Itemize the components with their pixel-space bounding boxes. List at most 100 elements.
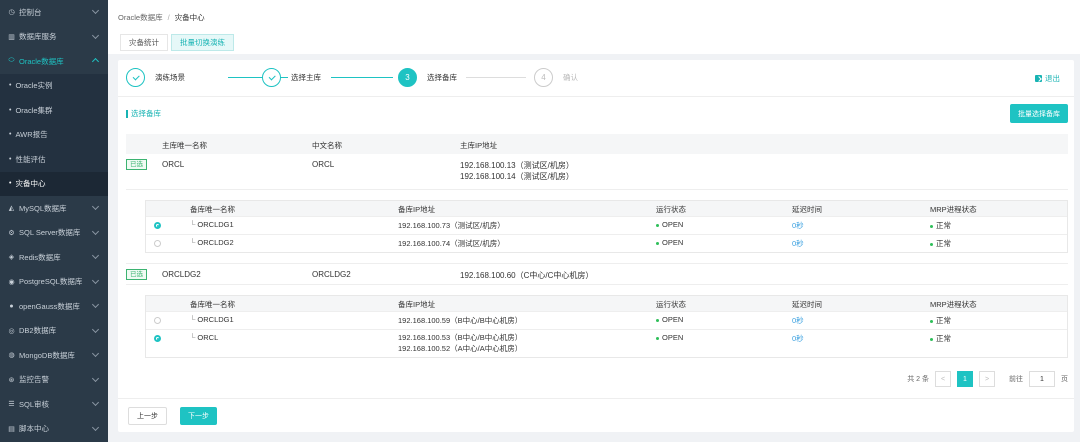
standby-radio[interactable] xyxy=(154,240,161,247)
chevron-down-icon xyxy=(91,325,100,333)
step-done-circle xyxy=(262,68,281,87)
table-row[interactable]: 已选 ORCL ORCL 192.168.100.13（测试区/机房） 192.… xyxy=(126,154,1068,190)
nav-label: Redis数据库 xyxy=(19,252,61,262)
status-text: OPEN xyxy=(662,333,684,342)
goto-page-input[interactable]: 1 xyxy=(1029,371,1055,387)
nav-redis[interactable]: ◈ Redis数据库 xyxy=(0,245,108,270)
mrp-text: 正常 xyxy=(936,316,951,325)
status-cell: OPEN xyxy=(656,333,683,342)
sub-label: Oracle实例 xyxy=(15,81,53,91)
pagination: 共 2 条 < 1 > 前往 1 页 xyxy=(907,371,1068,387)
breadcrumb-root[interactable]: Oracle数据库 xyxy=(118,13,163,22)
page-unit: 页 xyxy=(1061,376,1068,383)
delay-time: 0秒 xyxy=(792,334,804,343)
standby-name-cell: └ ORCLDG1 xyxy=(190,220,234,229)
sub-label: 灾备中心 xyxy=(15,179,46,189)
nav-mysql[interactable]: ◭ MySQL数据库 xyxy=(0,196,108,221)
next-page-button[interactable]: > xyxy=(979,371,995,387)
col-delay: 延迟时间 xyxy=(792,205,822,214)
standby-name: ORCLDG1 xyxy=(197,315,234,324)
prev-step-button[interactable]: 上一步 xyxy=(128,407,167,425)
nav-sqlserver[interactable]: ⚙ SQL Server数据库 xyxy=(0,221,108,246)
primary-table-header: 主库唯一名称 中文名称 主库IP地址 xyxy=(126,134,1068,154)
nav-label: openGauss数据库 xyxy=(19,301,80,311)
nav-script[interactable]: ▤ 脚本中心 xyxy=(0,417,108,442)
nav-label: DB2数据库 xyxy=(19,326,57,336)
table-row[interactable]: └ ORCLDG1 192.168.100.59（B中心/B中心机房） OPEN… xyxy=(146,311,1067,329)
sub-oracle-cluster[interactable]: Oracle集群 xyxy=(0,98,108,123)
col-standby-name: 备库唯一名称 xyxy=(190,300,235,309)
nav-database-service[interactable]: ▥ 数据库服务 xyxy=(0,25,108,50)
standby-name-cell: └ ORCL xyxy=(190,333,218,342)
status-cell: OPEN xyxy=(656,315,683,324)
section-title: 选择备库 xyxy=(126,110,161,118)
topbar: Oracle数据库 / 灾备中心 灾备统计 批量切换演练 xyxy=(108,0,1080,54)
total-count: 共 2 条 xyxy=(907,376,929,383)
status-dot-icon xyxy=(930,319,933,323)
tab-dr-stats[interactable]: 灾备统计 xyxy=(120,34,168,51)
postgresql-icon: ◉ xyxy=(8,278,15,286)
sub-oracle-instance[interactable]: Oracle实例 xyxy=(0,73,108,98)
nav-mongodb[interactable]: ◍ MongoDB数据库 xyxy=(0,343,108,368)
sub-label: Oracle集群 xyxy=(15,105,53,115)
database-service-icon: ▥ xyxy=(8,33,15,41)
table-row[interactable]: └ ORCL 192.168.100.53（B中心/B中心机房） 192.168… xyxy=(146,329,1067,357)
chevron-down-icon xyxy=(91,202,100,211)
step-select-standby: 3 选择备库 xyxy=(398,68,457,87)
status-dot-icon xyxy=(656,318,659,322)
chevron-down-icon xyxy=(91,300,100,309)
step-confirm: 4 确认 xyxy=(534,68,578,87)
divider xyxy=(118,398,1074,399)
mrp-text: 正常 xyxy=(936,221,951,230)
page-button[interactable]: 1 xyxy=(957,371,973,387)
sub-label: AWR报告 xyxy=(15,130,48,140)
standby-radio[interactable] xyxy=(154,335,161,342)
step-connector xyxy=(466,77,526,78)
standby-name: ORCLDG2 xyxy=(197,238,234,247)
next-step-button[interactable]: 下一步 xyxy=(180,407,217,425)
mrp-cell: 正常 xyxy=(930,220,951,231)
step-select-primary: 选择主库 xyxy=(262,68,321,87)
sub-dr-center[interactable]: 灾备中心 xyxy=(0,171,108,196)
tab-batch-switch-drill[interactable]: 批量切换演练 xyxy=(171,34,234,51)
nav-dashboard[interactable]: ◷ 控制台 xyxy=(0,0,108,25)
nav-postgresql[interactable]: ◉ PostgreSQL数据库 xyxy=(0,270,108,295)
goto-label: 前往 xyxy=(1009,376,1023,383)
batch-select-standby-button[interactable]: 批量选择备库 xyxy=(1010,104,1068,123)
mrp-text: 正常 xyxy=(936,334,951,343)
main-area: Oracle数据库 / 灾备中心 灾备统计 批量切换演练 演练场景 选择主库 3 选… xyxy=(108,0,1080,442)
standby-radio[interactable] xyxy=(154,222,161,229)
primary-table: 主库唯一名称 中文名称 主库IP地址 已选 ORCL ORCL 192.168.… xyxy=(126,134,1068,190)
table-row[interactable]: └ ORCLDG2 192.168.100.74（测试区/机房） OPEN 0秒… xyxy=(146,234,1067,252)
nav-sql-audit[interactable]: ☰ SQL审核 xyxy=(0,392,108,417)
exit-icon xyxy=(1035,75,1042,82)
standby-ip: 192.168.100.52（A中心/A中心机房） xyxy=(398,344,523,353)
nav-label: MySQL数据库 xyxy=(19,203,67,213)
nav-label: Oracle数据库 xyxy=(19,56,64,66)
status-dot-icon xyxy=(930,337,933,341)
delay-time: 0秒 xyxy=(792,316,804,325)
check-icon xyxy=(132,73,139,80)
selected-tag: 已选 xyxy=(126,269,147,280)
exit-button[interactable]: 退出 xyxy=(1035,73,1060,84)
sub-awr-report[interactable]: AWR报告 xyxy=(0,122,108,147)
sub-performance[interactable]: 性能评估 xyxy=(0,147,108,172)
chevron-up-icon xyxy=(91,57,100,66)
prev-page-button[interactable]: < xyxy=(935,371,951,387)
standby-radio[interactable] xyxy=(154,317,161,324)
sql-audit-icon: ☰ xyxy=(8,401,15,409)
nav-db2[interactable]: ◎ DB2数据库 xyxy=(0,319,108,344)
col-cn-name: 中文名称 xyxy=(312,141,342,150)
step-scenario: 演练场景 xyxy=(126,68,185,87)
chevron-down-icon xyxy=(91,6,100,15)
table-row[interactable]: 已选 ORCLDG2 ORCLDG2 192.168.100.60（C中心/C中… xyxy=(126,263,1068,285)
nav-opengauss[interactable]: ● openGauss数据库 xyxy=(0,294,108,319)
nav-alarm[interactable]: ⊛ 监控告警 xyxy=(0,368,108,393)
standby-table-header: 备库唯一名称 备库IP地址 运行状态 延迟时间 MRP进程状态 xyxy=(146,201,1067,216)
col-standby-name: 备库唯一名称 xyxy=(190,205,235,214)
col-mrp: MRP进程状态 xyxy=(930,300,977,309)
table-row[interactable]: └ ORCLDG1 192.168.100.73（测试区/机房） OPEN 0秒… xyxy=(146,216,1067,234)
opengauss-icon: ● xyxy=(9,302,14,310)
nav-oracle[interactable]: ⬭ Oracle数据库 xyxy=(0,49,108,74)
delay-time: 0秒 xyxy=(792,239,804,248)
